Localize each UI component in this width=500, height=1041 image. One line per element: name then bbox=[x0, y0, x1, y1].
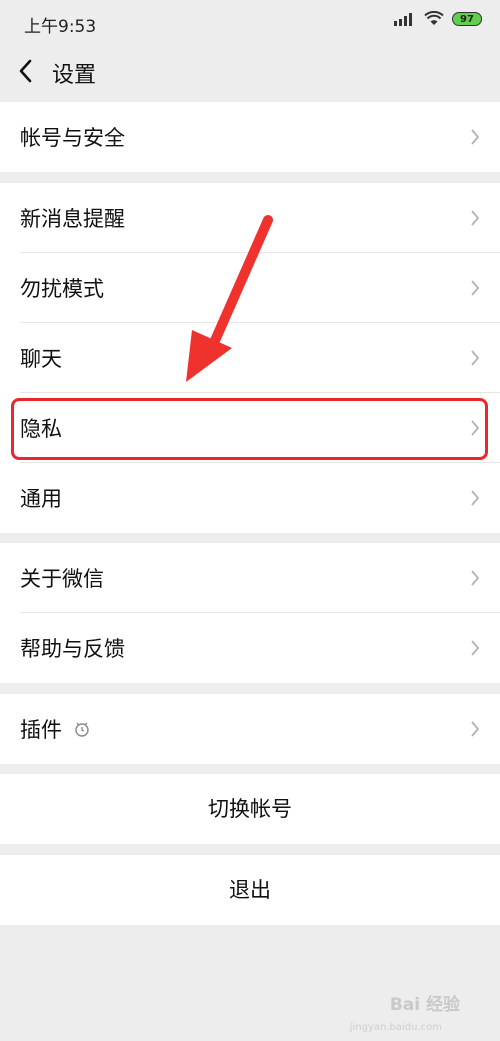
settings-item-general[interactable]: 通用 bbox=[0, 463, 500, 533]
settings-item-label: 帮助与反馈 bbox=[20, 637, 125, 661]
privacy-highlight-box bbox=[11, 398, 488, 460]
baidu-watermark: Bai 经验 bbox=[389, 995, 460, 1015]
chevron-right-icon bbox=[471, 570, 480, 586]
settings-item-label: 勿扰模式 bbox=[20, 277, 104, 301]
page-title: 设置 bbox=[52, 63, 97, 88]
logout-button[interactable]: 退出 bbox=[0, 855, 500, 925]
wifi-icon bbox=[424, 11, 444, 25]
settings-item-label: 通用 bbox=[20, 487, 62, 511]
battery-icon: 97 bbox=[452, 12, 482, 26]
status-bar: 上午9:53 97 bbox=[0, 0, 500, 44]
status-time: 上午9:53 bbox=[24, 17, 97, 37]
switch-account-button[interactable]: 切换帐号 bbox=[0, 774, 500, 844]
settings-item-label: 聊天 bbox=[20, 347, 62, 371]
settings-group-about: 关于微信 帮助与反馈 bbox=[0, 543, 500, 683]
settings-item-label: 关于微信 bbox=[20, 567, 104, 591]
settings-item-help-feedback[interactable]: 帮助与反馈 bbox=[0, 613, 500, 683]
settings-group-account: 帐号与安全 bbox=[0, 102, 500, 172]
chevron-right-icon bbox=[471, 129, 480, 145]
plugin-badge-icon bbox=[75, 722, 89, 737]
chevron-right-icon bbox=[471, 490, 480, 506]
chevron-right-icon bbox=[471, 280, 480, 296]
signal-icon bbox=[394, 13, 412, 26]
battery-level: 97 bbox=[460, 13, 474, 25]
settings-item-account-security[interactable]: 帐号与安全 bbox=[0, 102, 500, 172]
chevron-right-icon bbox=[471, 350, 480, 366]
chevron-right-icon bbox=[471, 721, 480, 737]
status-icons: 97 bbox=[394, 11, 482, 27]
settings-item-label: 插件 bbox=[20, 718, 62, 742]
back-icon[interactable] bbox=[14, 56, 38, 86]
settings-item-label: 帐号与安全 bbox=[20, 126, 125, 150]
baidu-watermark-url: jingyan.baidu.com bbox=[349, 1022, 442, 1033]
nav-bar: 设置 bbox=[0, 44, 500, 100]
chevron-right-icon bbox=[471, 640, 480, 656]
chevron-right-icon bbox=[471, 210, 480, 226]
annotation-arrow-icon bbox=[186, 215, 273, 382]
settings-item-label: 新消息提醒 bbox=[20, 207, 125, 231]
settings-item-about-wechat[interactable]: 关于微信 bbox=[0, 543, 500, 613]
